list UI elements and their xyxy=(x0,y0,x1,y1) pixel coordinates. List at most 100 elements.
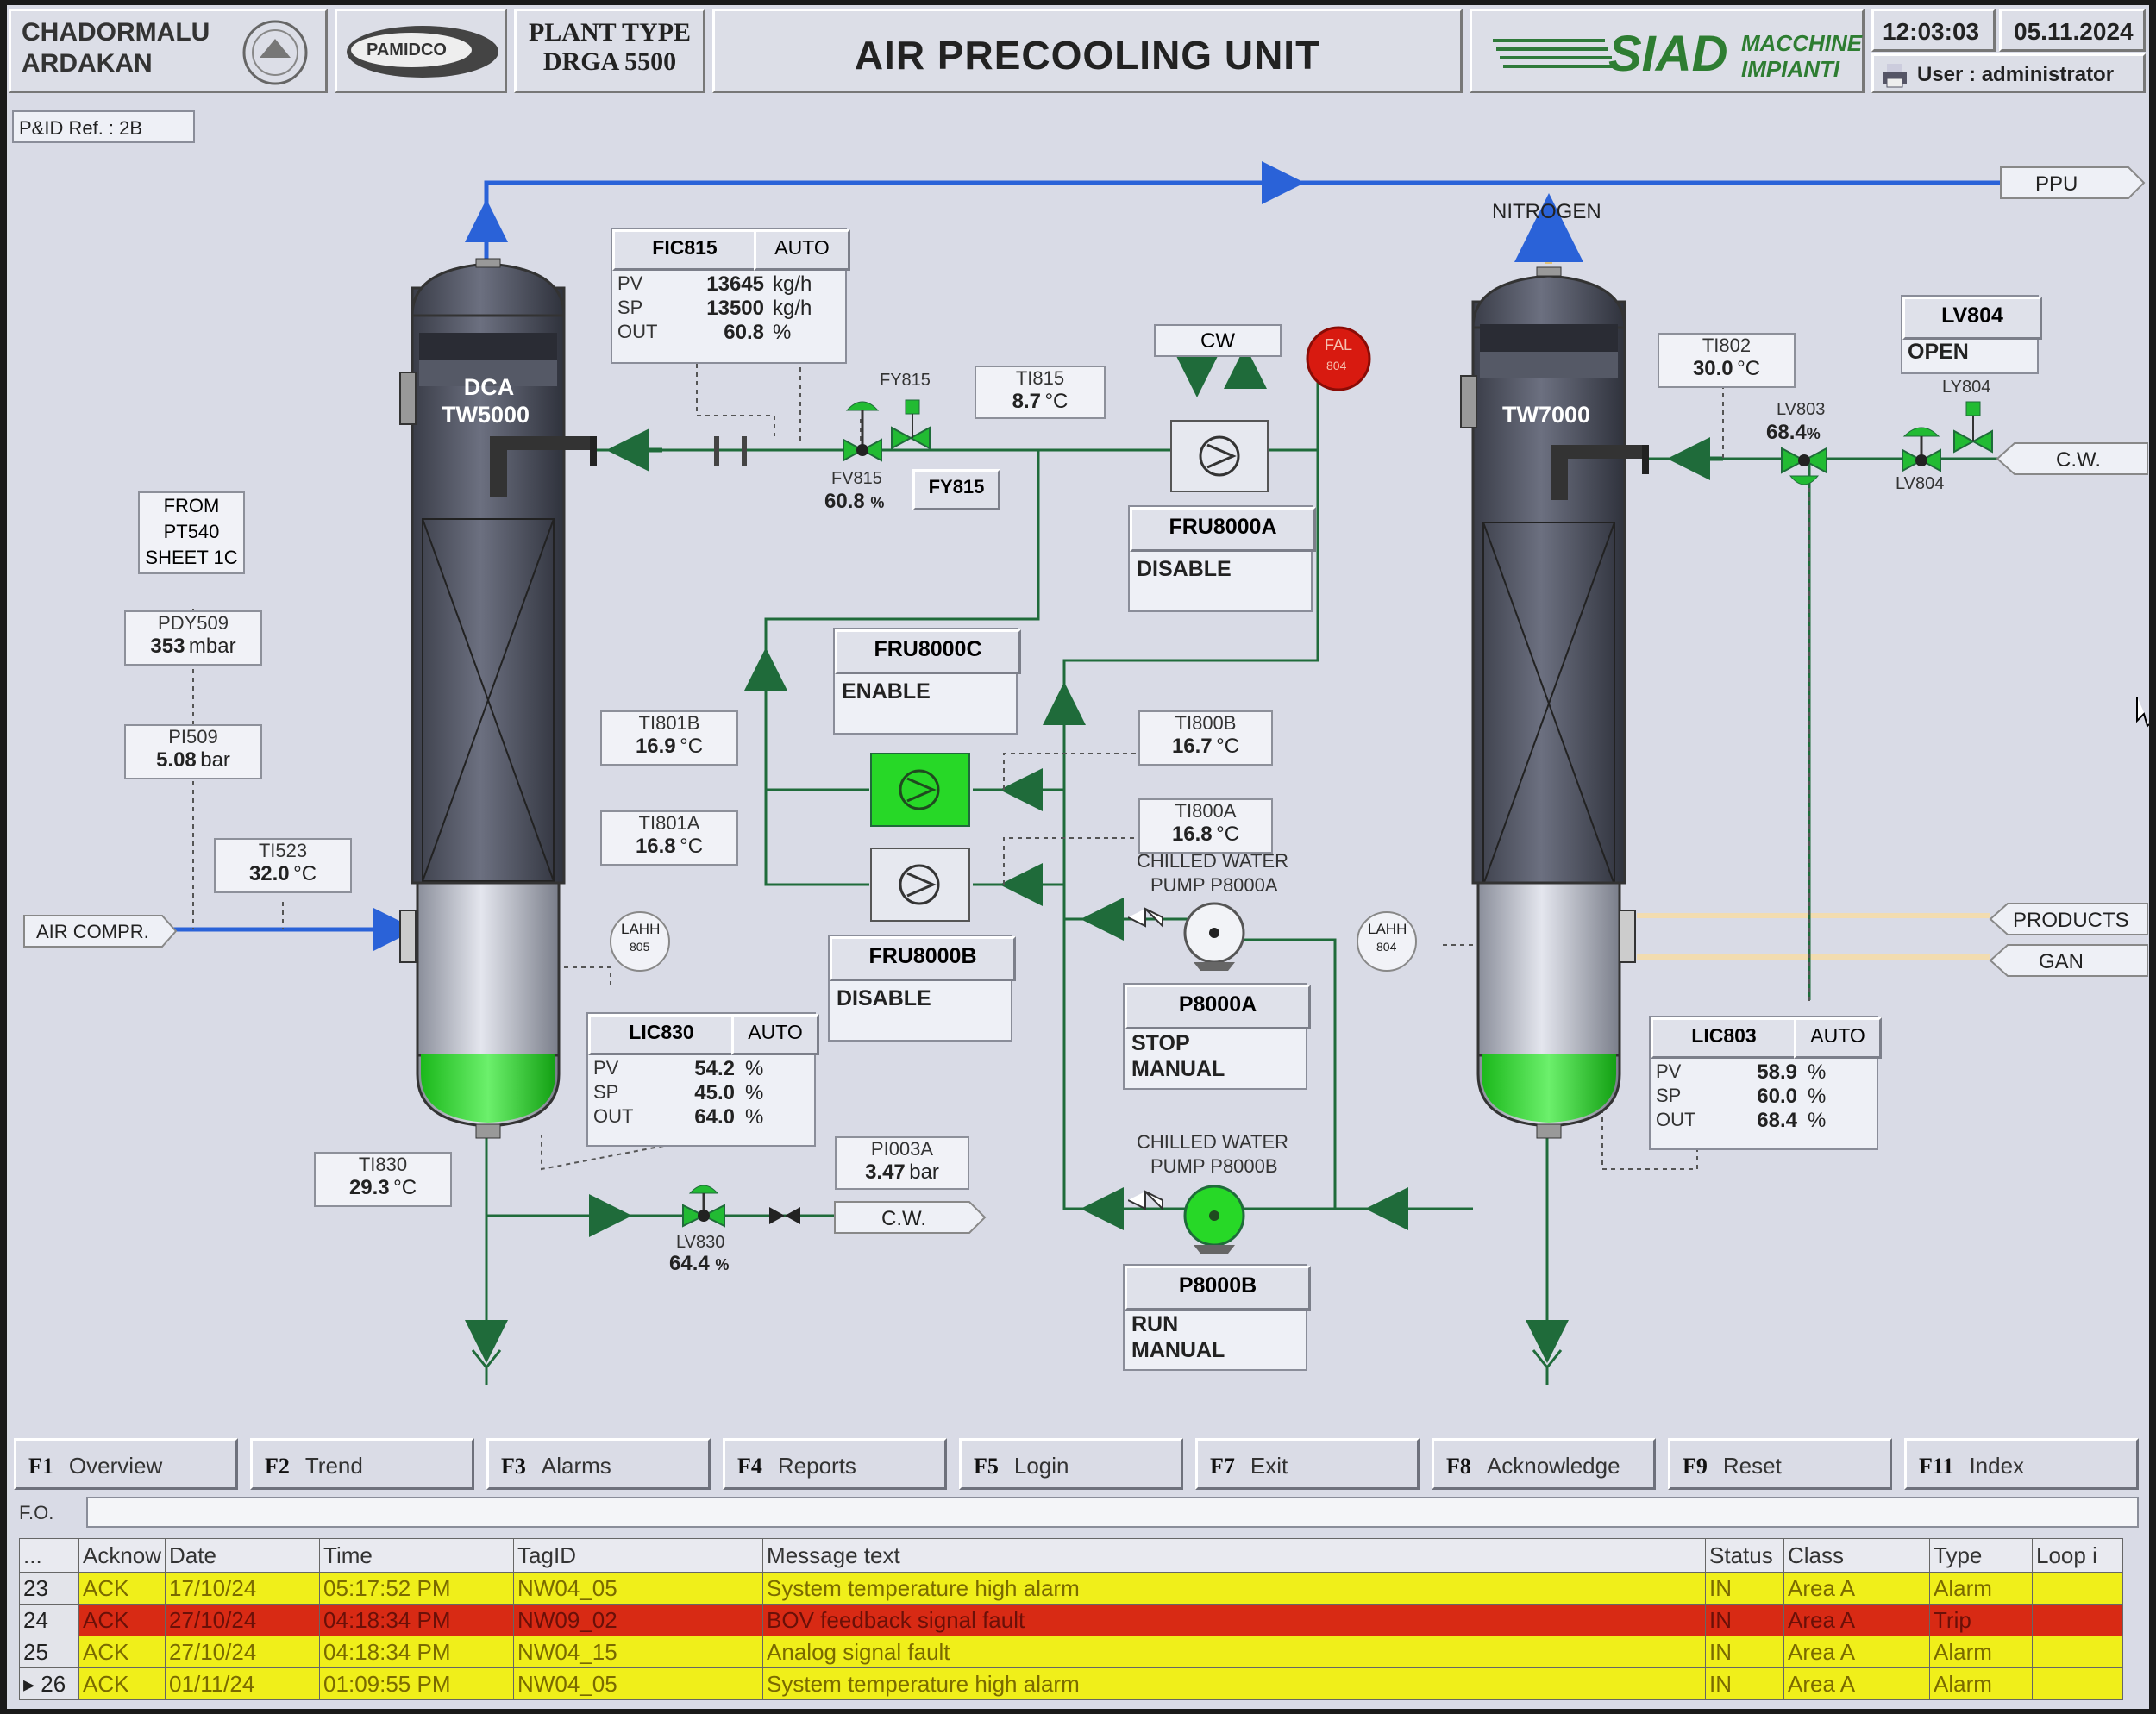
fy815-button[interactable]: FY815 xyxy=(912,469,1000,510)
ti523-value: 32.0 xyxy=(248,862,290,885)
fkey-f3-alarms[interactable]: F3 Alarms xyxy=(486,1438,711,1490)
fru8000a-state: DISABLE xyxy=(1137,557,1232,581)
ti800b-indicator[interactable]: TI800B 16.7 °C xyxy=(1138,710,1273,766)
pi509-indicator[interactable]: PI509 5.08 bar xyxy=(124,724,262,779)
fkey-f11-index[interactable]: F11 Index xyxy=(1904,1438,2139,1490)
mouse-cursor-icon xyxy=(2136,697,2149,728)
fkey-f1-overview[interactable]: F1 Overview xyxy=(14,1438,238,1490)
ti815-indicator[interactable]: TI815 8.7 °C xyxy=(975,366,1106,419)
col-tagid[interactable]: TagID xyxy=(513,1538,764,1573)
fv815-valve-icon[interactable] xyxy=(840,388,935,474)
fv815-pct-value: 60.8 xyxy=(824,490,865,513)
ti523-indicator[interactable]: TI523 32.0 °C xyxy=(214,838,352,893)
alarm-loop xyxy=(2032,1636,2123,1668)
col-type[interactable]: Type xyxy=(1929,1538,2033,1573)
alarm-status: IN xyxy=(1705,1572,1784,1605)
lv804-valve-icon[interactable] xyxy=(1902,398,2006,476)
cw-top-box: CW xyxy=(1154,324,1282,357)
ly804-label: LY804 xyxy=(1942,378,1991,397)
fkey-f7-label: Exit xyxy=(1250,1453,1288,1479)
fkey-f2-key: F2 xyxy=(265,1454,290,1479)
ti801b-value: 16.9 xyxy=(635,735,676,758)
p8000a-label2: PUMP P8000A xyxy=(1150,874,1278,896)
fkey-f9-reset[interactable]: F9 Reset xyxy=(1668,1438,1892,1490)
fkey-f8-acknowledge[interactable]: F8 Acknowledge xyxy=(1432,1438,1656,1490)
p8000a-panel[interactable]: P8000A STOP MANUAL xyxy=(1123,983,1311,1090)
ti801b-indicator[interactable]: TI801B 16.9 °C xyxy=(600,710,738,766)
fru8000a-panel[interactable]: FRU8000A DISABLE xyxy=(1128,505,1316,612)
lic803-mode[interactable]: AUTO xyxy=(1794,1017,1882,1059)
lic803-out-unit: % xyxy=(1808,1109,1827,1132)
fkey-f4-label: Reports xyxy=(777,1453,856,1479)
ti800a-indicator[interactable]: TI800A 16.8 °C xyxy=(1138,798,1273,854)
fic815-sp-unit: kg/h xyxy=(773,297,812,320)
lv830-label: LV830 xyxy=(676,1233,725,1252)
pi003a-indicator[interactable]: PI003A 3.47 bar xyxy=(835,1136,969,1190)
lic830-faceplate[interactable]: LIC830 AUTO PV SP OUT 54.2 45.0 64.0 % %… xyxy=(586,1012,819,1147)
dca-label1: DCA xyxy=(463,374,515,400)
fkey-f4-key: F4 xyxy=(737,1454,762,1479)
col-class[interactable]: Class xyxy=(1783,1538,1930,1573)
col-loop[interactable]: Loop i xyxy=(2032,1538,2123,1573)
from-line3: SHEET 1C xyxy=(145,547,238,568)
fic815-out: 60.8 xyxy=(724,321,764,344)
p8000b-pump-icon[interactable] xyxy=(1128,1181,1249,1254)
fo-input[interactable] xyxy=(86,1497,2139,1528)
lic830-pv-unit: % xyxy=(745,1057,764,1080)
alarm-message: System temperature high alarm xyxy=(762,1667,1706,1700)
fkey-f2-trend[interactable]: F2 Trend xyxy=(250,1438,474,1490)
fkey-f1-label: Overview xyxy=(68,1453,163,1479)
col-ack[interactable]: Acknow xyxy=(78,1538,166,1573)
col-status[interactable]: Status xyxy=(1705,1538,1784,1573)
p8000a-pump-icon[interactable] xyxy=(1128,898,1249,971)
fkey-f7-exit[interactable]: F7 Exit xyxy=(1195,1438,1420,1490)
lv830-pct-unit: % xyxy=(715,1256,730,1273)
fru8000c-panel[interactable]: FRU8000C ENABLE xyxy=(833,628,1021,735)
ti802-indicator[interactable]: TI802 30.0 °C xyxy=(1658,333,1796,388)
col-message[interactable]: Message text xyxy=(762,1538,1706,1573)
lic803-faceplate[interactable]: LIC803 AUTO PV SP OUT 58.9 60.0 68.4 % %… xyxy=(1649,1016,1882,1150)
from-line1: FROM xyxy=(163,495,220,516)
lv803-pct: 68.4% xyxy=(1766,421,1821,445)
fru8000c-compressor-icon[interactable] xyxy=(869,752,971,828)
col-time[interactable]: Time xyxy=(319,1538,515,1573)
fic815-sp: 13500 xyxy=(706,297,764,320)
lic830-mode[interactable]: AUTO xyxy=(731,1014,819,1055)
fru8000a-compressor-icon[interactable] xyxy=(1169,419,1269,493)
fic815-pv-label: PV xyxy=(617,272,643,294)
fkey-f5-key: F5 xyxy=(974,1454,999,1479)
fru8000b-compressor-icon[interactable] xyxy=(869,847,971,923)
alarm-table[interactable]: ... Acknow Date Time TagID Message text … xyxy=(19,1538,2123,1700)
fkey-f5-login[interactable]: F5 Login xyxy=(959,1438,1183,1490)
fru8000b-panel[interactable]: FRU8000B DISABLE xyxy=(828,935,1016,1042)
hmi-screen: CHADORMALU ARDAKAN PAMIDCO PLANT TYPE DR… xyxy=(7,5,2149,1709)
fkey-f4-reports[interactable]: F4 Reports xyxy=(723,1438,947,1490)
p8000a-tag: P8000A xyxy=(1125,985,1311,1029)
pi003a-value: 3.47 xyxy=(865,1160,906,1184)
lv830-valve-icon[interactable] xyxy=(673,1181,802,1236)
lv804-status-panel[interactable]: LV804 OPEN xyxy=(1901,295,2042,374)
alarm-message: BOV feedback signal fault xyxy=(762,1604,1706,1636)
p8000b-panel[interactable]: P8000B RUN MANUAL xyxy=(1123,1264,1311,1371)
col-date[interactable]: Date xyxy=(165,1538,321,1573)
ti830-tag: TI830 xyxy=(358,1154,408,1175)
ti801a-indicator[interactable]: TI801A 16.8 °C xyxy=(600,810,738,866)
alarm-ack: ACK xyxy=(78,1572,166,1605)
lic803-out-label: OUT xyxy=(1656,1109,1696,1130)
ti830-indicator[interactable]: TI830 29.3 °C xyxy=(314,1152,452,1207)
fic815-faceplate[interactable]: FIC815 AUTO PV SP OUT 13645 13500 60.8 k… xyxy=(611,228,850,364)
tw7000-label: TW7000 xyxy=(1502,402,1591,428)
lic830-out-unit: % xyxy=(745,1105,764,1129)
lic830-tag: LIC830 xyxy=(588,1014,735,1055)
alarm-row[interactable]: 25 ACK 27/10/24 04:18:34 PM NW04_15 Anal… xyxy=(19,1636,2123,1668)
fic815-tag: FIC815 xyxy=(612,229,757,271)
lic803-pv: 58.9 xyxy=(1757,1060,1797,1084)
pdy509-indicator[interactable]: PDY509 353 mbar xyxy=(124,610,262,666)
alarm-row[interactable]: 24 ACK 27/10/24 04:18:34 PM NW09_02 BOV … xyxy=(19,1604,2123,1636)
alarm-row[interactable]: ▸ 26 ACK 01/11/24 01:09:55 PM NW04_05 Sy… xyxy=(19,1667,2123,1700)
alarm-message: Analog signal fault xyxy=(762,1636,1706,1668)
fic815-mode[interactable]: AUTO xyxy=(754,229,850,271)
alarm-row[interactable]: 23 ACK 17/10/24 05:17:52 PM NW04_05 Syst… xyxy=(19,1572,2123,1605)
fru8000c-tag: FRU8000C xyxy=(835,629,1021,674)
ti815-value: 8.7 xyxy=(1012,390,1041,413)
